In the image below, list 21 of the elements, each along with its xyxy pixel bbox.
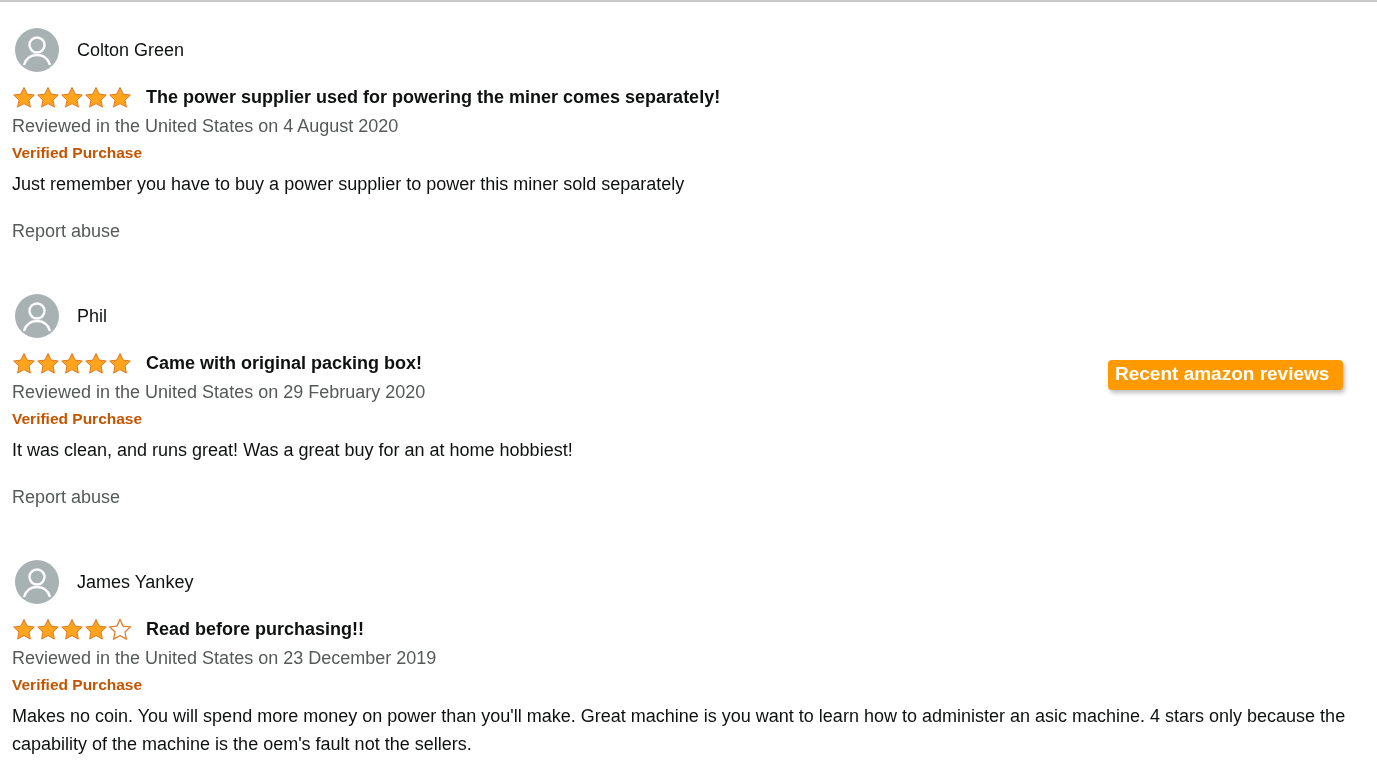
avatar-icon — [15, 560, 59, 604]
reviewer-name: Colton Green — [77, 39, 185, 61]
verified-purchase-label: Verified Purchase — [12, 409, 144, 429]
review-text: Makes no coin. You will spend more money on power than you'll make. Great machine is you want to learn how to administer an asic machine. 4 stars only because the capability of the machine is the oem's fault not the sellers. — [12, 705, 1347, 756]
review-title[interactable]: Read before purchasing!! — [146, 618, 365, 640]
review-title[interactable]: Came with original packing box! — [146, 352, 423, 374]
reviewer-name: Phil — [77, 305, 107, 327]
recent-reviews-badge: Recent amazon reviews — [1108, 360, 1344, 390]
review-text: Just remember you have to buy a power supplier to power this miner sold separately — [12, 173, 686, 196]
avatar-icon — [15, 294, 59, 338]
verified-purchase-label: Verified Purchase — [12, 675, 144, 695]
review-date: Reviewed in the United States on 29 February 2020 — [12, 381, 427, 404]
reviewer-name: James Yankey — [77, 571, 194, 593]
review-title[interactable]: The power supplier used for powering the miner comes separately! — [146, 86, 721, 108]
avatar-icon — [15, 28, 59, 72]
review-date: Reviewed in the United States on 23 December 2019 — [12, 647, 438, 670]
verified-purchase-label: Verified Purchase — [12, 143, 144, 163]
review-text: It was clean, and runs great! Was a great buy for an at home hobbiest! — [12, 439, 574, 462]
review-date: Reviewed in the United States on 4 August 2020 — [12, 115, 400, 138]
report-abuse-link[interactable]: Report abuse — [12, 484, 121, 510]
report-abuse-link[interactable]: Report abuse — [12, 218, 121, 244]
